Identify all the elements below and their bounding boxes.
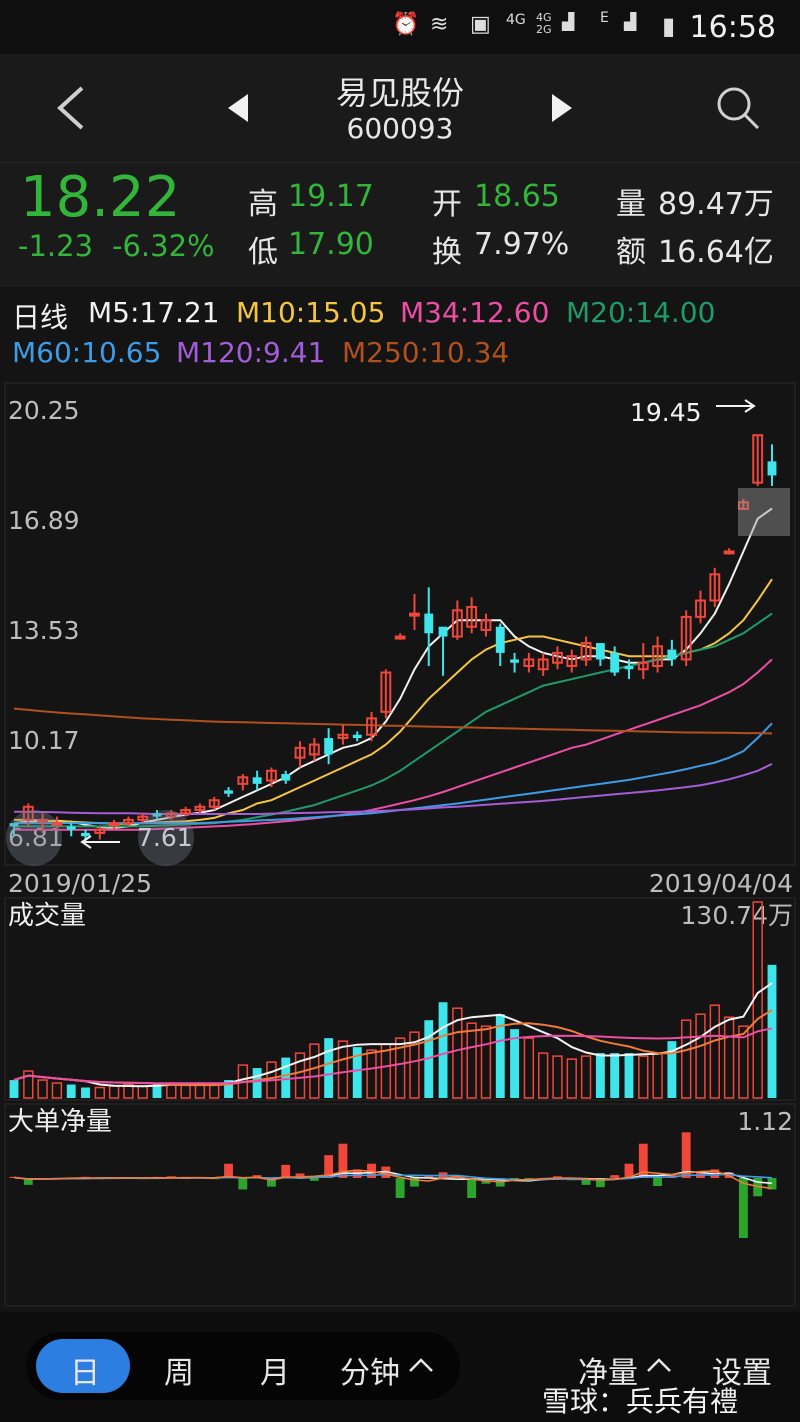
volume-title: 成交量 (8, 901, 86, 931)
ma-line-m250 (13, 707, 773, 735)
volume-bar (552, 1055, 563, 1099)
volume-bar (380, 1043, 392, 1099)
volume-bar (566, 1058, 577, 1099)
volume-bar (523, 1037, 535, 1099)
bigorder-title: 大单净量 (8, 1107, 112, 1137)
volume-bar (466, 1022, 477, 1099)
volume-bar (337, 1040, 349, 1099)
volume-bar (638, 1055, 649, 1099)
bigorder-max-label: 1.12 (737, 1107, 793, 1136)
volume-bar (137, 1085, 148, 1099)
candle-body (66, 826, 76, 830)
volume-ma-line-20 (13, 1027, 773, 1085)
candle-body (767, 461, 777, 476)
price-tick-label: 20.25 (8, 396, 80, 425)
ma-line-m120 (14, 762, 773, 815)
volume-bar (681, 1019, 692, 1099)
price-tick-label: 16.89 (8, 506, 80, 535)
volume-bar (281, 1057, 291, 1098)
candle-body (394, 635, 406, 640)
start-date-label: 2019/01/25 (8, 869, 152, 898)
candle-body (108, 822, 120, 827)
volume-bar (209, 1083, 220, 1099)
volume-bar (709, 1004, 720, 1099)
bigorder-frame (4, 1103, 796, 1307)
volume-bar (366, 1049, 377, 1099)
volume-bar (595, 1053, 605, 1098)
volume-bar (480, 1025, 492, 1099)
candle-body (409, 612, 420, 617)
volume-bar (537, 1052, 549, 1099)
candle-body (324, 738, 334, 755)
bigorder-bar (281, 1164, 291, 1178)
volume-ma-line-5 (13, 982, 773, 1088)
price-tag-marker (738, 488, 790, 536)
candle-body (595, 643, 605, 660)
volume-bar (66, 1084, 76, 1098)
volume-ma-line-10 (13, 1009, 773, 1087)
ma-line-m34 (14, 658, 773, 831)
volume-max-label: 130.74万 (681, 901, 793, 930)
tab-month[interactable]: 月 (260, 1348, 290, 1392)
volume-bar (9, 1080, 19, 1098)
candle-body (81, 832, 90, 837)
candle-body (252, 777, 262, 784)
volume-bar (624, 1053, 634, 1098)
candle-body (224, 790, 233, 794)
volume-bar (37, 1079, 48, 1099)
tab-week[interactable]: 周 (164, 1348, 194, 1392)
kline-frame (4, 382, 796, 866)
bigorder-bar (738, 1178, 748, 1238)
volume-bar (695, 1013, 706, 1099)
volume-bar (81, 1087, 90, 1098)
candle-body (495, 626, 505, 653)
tab-minute[interactable]: 分钟 (340, 1348, 400, 1392)
candle-body (352, 734, 362, 739)
tab-day[interactable]: 日 (70, 1348, 100, 1392)
volume-bar (652, 1052, 663, 1099)
scroll-left-handle (6, 810, 62, 866)
volume-frame (4, 897, 796, 1101)
volume-bar (610, 1053, 620, 1098)
volume-bar (723, 1016, 735, 1099)
candle-body (667, 649, 677, 660)
volume-bar (108, 1085, 120, 1099)
xueqiu-watermark: 雪球：兵兵有禮 (542, 1385, 739, 1418)
volume-bar (51, 1082, 63, 1099)
candle-body (723, 550, 735, 555)
ma-line-m10 (14, 578, 773, 825)
candle-body (424, 613, 434, 634)
price-tick-label: 10.17 (8, 726, 80, 755)
volume-bar (252, 1068, 262, 1098)
bigorder-bar (238, 1178, 248, 1190)
candle-body (281, 774, 291, 781)
bigorder-bar (610, 1175, 620, 1178)
price-tick-label: 13.53 (8, 616, 80, 645)
scroll-right-handle (138, 810, 194, 866)
candle-body (510, 659, 519, 663)
bigorder-bar (309, 1178, 319, 1181)
bigorder-bar (467, 1178, 477, 1198)
volume-bar (580, 1055, 592, 1099)
bigorder-bar (653, 1178, 663, 1186)
chevron-up-icon-2[interactable] (646, 1356, 672, 1374)
volume-bar (94, 1086, 105, 1099)
candle-body (438, 626, 448, 637)
chart-area[interactable]: 20.2516.8913.5310.176.8119.457.612019/01… (0, 0, 800, 1312)
candle-body (624, 665, 634, 670)
candle-body (610, 652, 620, 673)
volume-bar (309, 1043, 320, 1099)
end-date-label: 2019/04/04 (649, 869, 793, 898)
volume-bar (438, 1002, 448, 1098)
max-price-label: 19.45 (630, 398, 702, 427)
volume-bar (324, 1038, 334, 1098)
bigorder-bar (395, 1178, 405, 1198)
volume-bar (180, 1083, 191, 1099)
chevron-up-icon[interactable] (408, 1356, 434, 1374)
